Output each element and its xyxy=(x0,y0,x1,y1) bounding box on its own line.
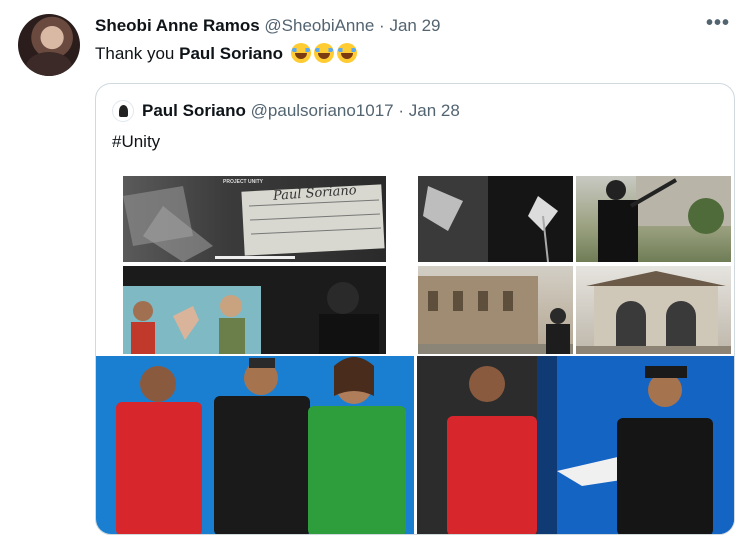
author-avatar[interactable] xyxy=(18,14,80,76)
laughing-tears-emoji-icon xyxy=(313,43,334,63)
separator-dot: · xyxy=(379,16,385,35)
mention-link[interactable]: Paul Soriano xyxy=(179,44,283,63)
quoted-tweet-date: Jan 28 xyxy=(408,101,460,120)
tweet-text: Thank you Paul Soriano xyxy=(95,43,357,65)
photo-script-handover[interactable] xyxy=(417,356,734,534)
laughing-tears-emoji-icon xyxy=(290,43,311,63)
author-name[interactable]: Sheobi Anne Ramos xyxy=(95,16,260,35)
tweet-header: Sheobi Anne Ramos @SheobiAnne · Jan 29 xyxy=(95,15,441,37)
author-handle[interactable]: @SheobiAnne xyxy=(264,16,374,35)
photo-clapboard[interactable]: PROJECT UNITY Paul Soriano xyxy=(123,176,386,262)
photo-monitor-gesture[interactable] xyxy=(123,266,386,354)
laughing-tears-emoji-icon xyxy=(336,43,357,63)
quoted-tweet[interactable]: Paul Soriano @paulsoriano1017 · Jan 28 #… xyxy=(95,83,735,535)
photo-pinwheel[interactable] xyxy=(418,176,573,262)
quoted-tweet-header: Paul Soriano @paulsoriano1017 · Jan 28 xyxy=(142,100,460,122)
quoted-author-name: Paul Soriano xyxy=(142,101,246,120)
tweet-text-prefix: Thank you xyxy=(95,44,180,63)
quoted-tweet-text: #Unity xyxy=(112,132,161,151)
more-options-icon[interactable]: ••• xyxy=(706,12,730,35)
photo-gazebo[interactable] xyxy=(576,266,731,354)
quoted-author-handle: @paulsoriano1017 xyxy=(250,101,394,120)
photo-cathedral[interactable] xyxy=(418,266,573,354)
quoted-author-avatar xyxy=(112,100,134,122)
clapboard-project-label: PROJECT UNITY xyxy=(223,179,264,185)
photo-trio-blue-backdrop[interactable] xyxy=(96,356,414,534)
tweet-date[interactable]: Jan 29 xyxy=(389,16,440,35)
photo-camera-shoot[interactable] xyxy=(576,176,731,262)
separator-dot: · xyxy=(398,101,405,120)
